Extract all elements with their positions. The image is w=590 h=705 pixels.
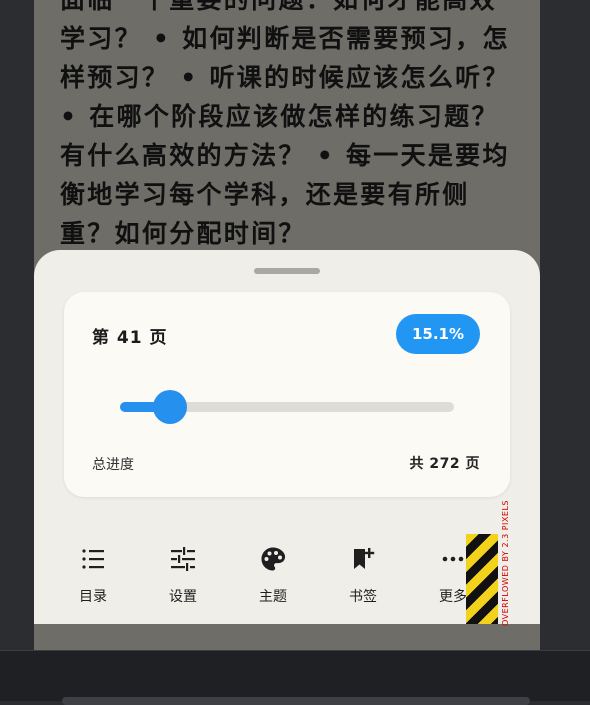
palette-icon: [261, 547, 286, 571]
bookmark-label: 书签: [349, 589, 377, 605]
settings-button[interactable]: 设置: [153, 546, 213, 610]
total-progress-label: 总进度: [92, 457, 134, 473]
progress-card: 第 41 页 15.1% 总进度 共 272 页: [64, 292, 510, 497]
screen: 面临一个重要的问题：如何才能高效学习？ • 如何判断是否需要预习，怎样预习？ •…: [0, 0, 590, 705]
system-navigation-bar: [0, 650, 590, 705]
overflow-warning-text: OVERFLOWED BY 2.3 PIXELS: [501, 500, 510, 626]
reader-text: 面临一个重要的问题：如何才能高效学习？ • 如何判断是否需要预习，怎样预习？ •…: [60, 0, 510, 248]
bookmark-button[interactable]: 书签: [333, 546, 393, 610]
theme-label: 主题: [259, 589, 287, 605]
theme-button[interactable]: 主题: [243, 546, 303, 610]
progress-bottom-sheet: 第 41 页 15.1% 总进度 共 272 页 目录 设置 主题 书签 更多: [34, 250, 540, 624]
toc-label: 目录: [79, 589, 107, 605]
list-icon: [82, 549, 104, 569]
settings-label: 设置: [169, 589, 197, 605]
overflow-stripe-indicator: [466, 534, 498, 624]
drag-handle[interactable]: [254, 268, 320, 274]
gesture-handle[interactable]: [62, 697, 530, 705]
reader-toolbar: 目录 设置 主题 书签 更多: [63, 546, 533, 610]
page-slider[interactable]: [120, 390, 454, 424]
toc-button[interactable]: 目录: [63, 546, 123, 610]
bookmark-add-icon: [354, 548, 375, 569]
current-page-label: 第 41 页: [92, 328, 168, 348]
progress-percent-badge: 15.1%: [396, 314, 480, 354]
sliders-icon: [171, 547, 195, 571]
more-icon: [442, 556, 464, 562]
total-pages-label: 共 272 页: [409, 456, 480, 472]
slider-thumb[interactable]: [153, 390, 187, 424]
